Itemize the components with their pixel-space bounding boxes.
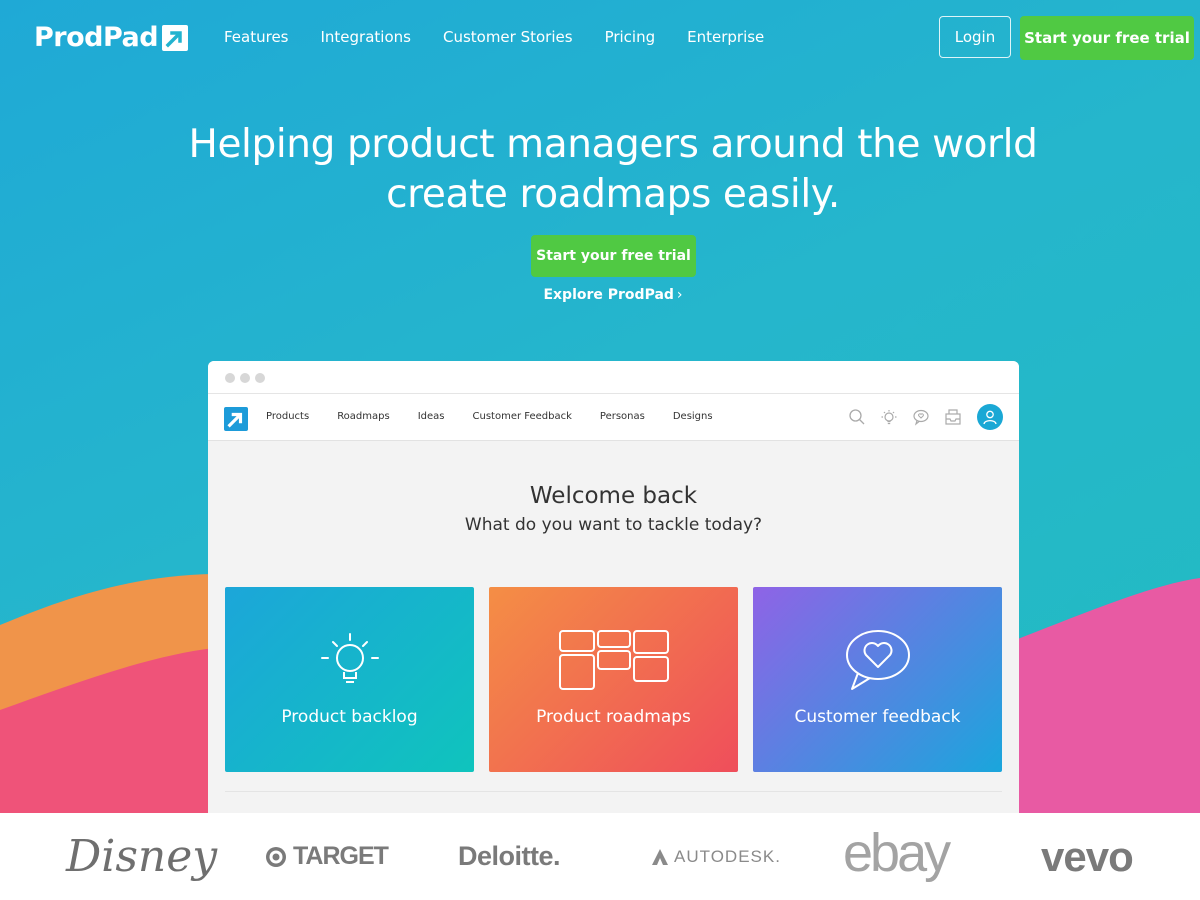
nav-link-customer-stories[interactable]: Customer Stories xyxy=(427,28,589,46)
ebay-wordmark: ebay xyxy=(843,822,951,883)
lightbulb-icon xyxy=(321,633,379,683)
nav-link-enterprise[interactable]: Enterprise xyxy=(671,28,780,46)
customer-logos-strip: Disney TARGET Deloitte. AUTODESK. ebay v… xyxy=(0,813,1200,900)
heart-bubble-icon xyxy=(846,630,910,690)
disney-logo: Disney xyxy=(66,813,217,900)
disney-wordmark: Disney xyxy=(66,831,218,882)
app-logo-icon[interactable] xyxy=(224,407,248,431)
hero-headline-line-2: create roadmaps easily. xyxy=(386,172,840,217)
logo-wordmark: ProdPad xyxy=(34,21,159,53)
window-chrome xyxy=(208,361,1019,394)
app-nav-links: Products Roadmaps Ideas Customer Feedbac… xyxy=(252,411,727,422)
autodesk-logo: AUTODESK. xyxy=(651,813,781,900)
heart-bubble-icon[interactable] xyxy=(911,407,931,427)
app-nav-roadmaps[interactable]: Roadmaps xyxy=(323,411,404,422)
inbox-icon[interactable] xyxy=(943,407,963,427)
hero-headline-line-1: Helping product managers around the worl… xyxy=(188,122,1038,167)
wave-magenta xyxy=(1015,578,1200,820)
target-bullseye-icon xyxy=(266,846,286,867)
customer-feedback-card[interactable]: Customer feedback xyxy=(753,587,1002,772)
chevron-right-icon: › xyxy=(676,287,683,303)
app-nav-personas[interactable]: Personas xyxy=(586,411,659,422)
product-backlog-label: Product backlog xyxy=(281,707,418,727)
main-nav-links: Features Integrations Customer Stories P… xyxy=(208,28,780,46)
customer-feedback-label: Customer feedback xyxy=(794,707,961,727)
nav-link-integrations[interactable]: Integrations xyxy=(305,28,427,46)
roadmap-grid-icon xyxy=(559,630,669,690)
top-nav: ProdPad Features Integrations Customer S… xyxy=(0,0,1200,76)
target-wordmark: TARGET xyxy=(293,842,389,870)
explore-label: Explore ProdPad xyxy=(543,287,674,303)
window-dot xyxy=(225,373,235,383)
nav-start-trial-button[interactable]: Start your free trial xyxy=(1020,16,1194,60)
search-icon[interactable] xyxy=(847,407,867,427)
product-backlog-card[interactable]: Product backlog xyxy=(225,587,474,772)
app-nav-icons xyxy=(847,404,1003,430)
welcome-subtitle: What do you want to tackle today? xyxy=(464,515,763,535)
app-nav-ideas[interactable]: Ideas xyxy=(404,411,459,422)
nav-link-pricing[interactable]: Pricing xyxy=(589,28,672,46)
app-divider xyxy=(225,791,1002,792)
app-nav-designs[interactable]: Designs xyxy=(659,411,727,422)
deloitte-logo: Deloitte. xyxy=(458,813,561,900)
product-roadmaps-card[interactable]: Product roadmaps xyxy=(489,587,738,772)
target-logo: TARGET xyxy=(265,813,389,900)
prodpad-logo[interactable]: ProdPad xyxy=(34,20,189,54)
explore-prodpad-link[interactable]: Explore ProdPad › xyxy=(0,287,1200,303)
vevo-logo: vevo xyxy=(1041,813,1134,900)
window-dot xyxy=(255,373,265,383)
app-nav-customer-feedback[interactable]: Customer Feedback xyxy=(459,411,586,422)
hero-headline: Helping product managers around the worl… xyxy=(0,120,1200,220)
welcome-title: Welcome back xyxy=(529,483,698,509)
logo-arrow-icon xyxy=(162,25,189,51)
login-button[interactable]: Login xyxy=(939,16,1011,58)
user-avatar-icon[interactable] xyxy=(977,404,1003,430)
product-roadmaps-label: Product roadmaps xyxy=(536,707,691,727)
app-nav-bar: Products Roadmaps Ideas Customer Feedbac… xyxy=(208,394,1019,441)
app-nav-products[interactable]: Products xyxy=(252,411,323,422)
nav-link-features[interactable]: Features xyxy=(208,28,305,46)
hero-start-trial-button[interactable]: Start your free trial xyxy=(531,235,696,277)
lightbulb-icon[interactable] xyxy=(879,407,899,427)
autodesk-wordmark: AUTODESK. xyxy=(674,846,781,866)
window-dot xyxy=(240,373,250,383)
vevo-wordmark: vevo xyxy=(1041,832,1134,880)
app-preview-window: Products Roadmaps Ideas Customer Feedbac… xyxy=(208,361,1019,821)
ebay-logo: ebay xyxy=(843,809,951,896)
deloitte-wordmark: Deloitte. xyxy=(458,841,561,871)
autodesk-a-icon xyxy=(652,848,668,865)
